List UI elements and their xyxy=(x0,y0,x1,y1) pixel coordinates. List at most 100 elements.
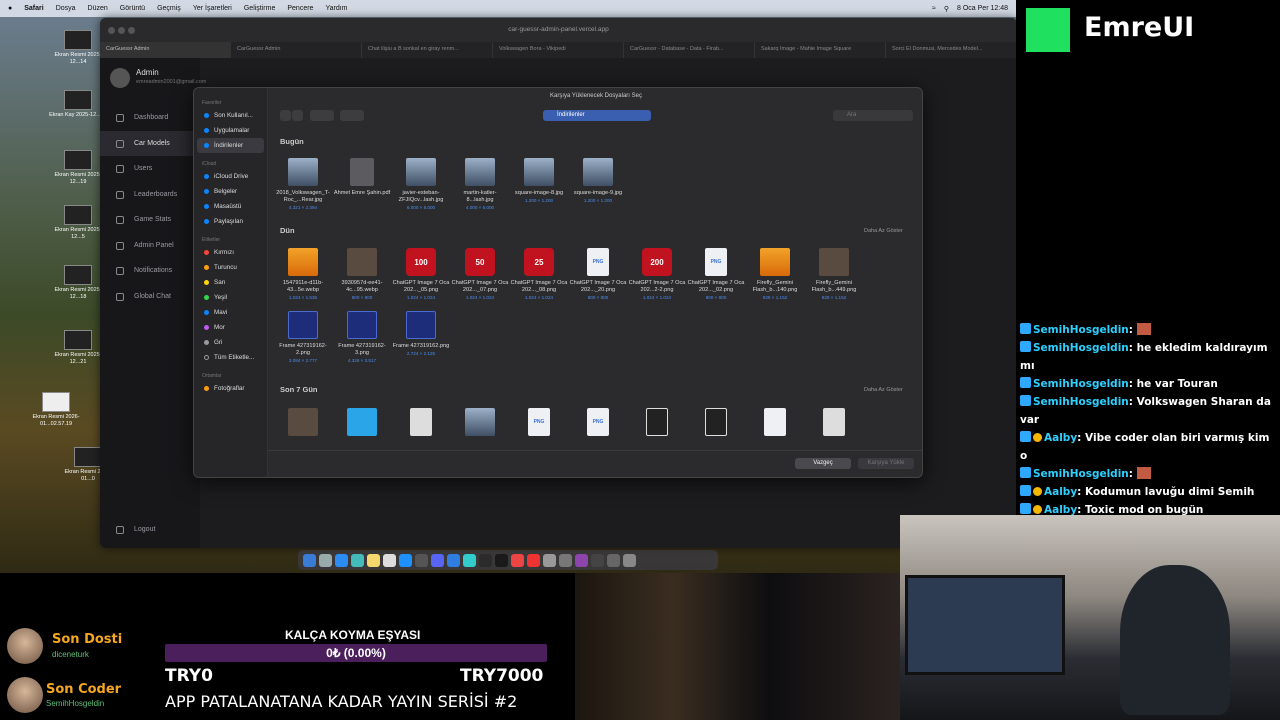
file-item[interactable]: 100 ChatGPT Image 7 Oca 202..._05.png 1.02… xyxy=(392,248,450,301)
app-icon[interactable] xyxy=(463,553,476,567)
sidebar-tag-orange[interactable]: Turuncu xyxy=(194,260,267,275)
nav-car-models[interactable]: Car Models xyxy=(100,130,200,156)
sidebar-item-photos[interactable]: Fotoğraflar xyxy=(194,381,267,396)
launchpad-icon[interactable] xyxy=(319,553,332,567)
file-item[interactable]: PNG xyxy=(569,408,627,440)
file-item[interactable] xyxy=(451,408,509,440)
logout-button[interactable]: Logout xyxy=(100,517,200,543)
calendar-icon[interactable] xyxy=(383,553,396,567)
browser-tab[interactable]: Chat ilişiu a B sonkal en giray renm... xyxy=(362,42,493,58)
wifi-icon[interactable]: ≈ xyxy=(932,5,936,12)
sidebar-item-shared[interactable]: Paylaşılan xyxy=(194,214,267,229)
file-item[interactable] xyxy=(746,408,804,440)
opera-icon[interactable] xyxy=(527,553,540,567)
menu-edit[interactable]: Düzen xyxy=(88,5,108,12)
sidebar-item-downloads[interactable]: İndirilenler xyxy=(197,138,264,153)
file-item[interactable]: Frame 427319162-2.png 3.094 × 2.777 xyxy=(274,311,332,364)
file-item[interactable]: Ahmet Emre Şahin.pdf xyxy=(333,158,391,211)
discord-icon[interactable] xyxy=(431,553,444,567)
group-view-button[interactable] xyxy=(340,110,364,121)
sidebar-item-recents[interactable]: Son Kullanıl... xyxy=(194,108,267,123)
sidebar-item-documents[interactable]: Belgeler xyxy=(194,184,267,199)
sidebar-item-applications[interactable]: Uygulamalar xyxy=(194,123,267,138)
trash-icon[interactable] xyxy=(623,553,636,567)
nav-users[interactable]: Users xyxy=(100,156,200,182)
mail-icon[interactable] xyxy=(351,553,364,567)
desktop-file[interactable]: Ekran Resmi 2025-12...21 xyxy=(48,330,108,366)
desktop-file[interactable]: Ekran Resmi 2025-12...18 xyxy=(48,265,108,301)
browser-tab[interactable]: Sorci El Donmusi, Mercedes Model... xyxy=(886,42,1016,58)
app-icon[interactable] xyxy=(591,553,604,567)
menu-file[interactable]: Dosya xyxy=(56,5,76,12)
nav-global-chat[interactable]: Global Chat xyxy=(100,284,200,310)
desktop-file[interactable]: Ekran Resmi 2025-12...19 xyxy=(48,150,108,186)
app-icon[interactable] xyxy=(543,553,556,567)
file-item[interactable]: PNG ChatGPT Image 7 Oca 202..._02.png 800 … xyxy=(687,248,745,301)
settings-icon[interactable] xyxy=(415,553,428,567)
sidebar-tag-gray[interactable]: Gri xyxy=(194,335,267,350)
file-item[interactable]: 1547911e-d11b-43...5e.webp 1.024 × 1.536 xyxy=(274,248,332,301)
back-button[interactable] xyxy=(280,110,291,121)
menu-app-name[interactable]: Safari xyxy=(24,5,43,12)
menu-view[interactable]: Görüntü xyxy=(120,5,145,12)
safari-icon[interactable] xyxy=(335,553,348,567)
file-item[interactable]: Frame 427319162-3.png 4.326 × 3.517 xyxy=(333,311,391,364)
file-item[interactable]: 200 ChatGPT Image 7 Oca 202...2-2.png 1.02… xyxy=(628,248,686,301)
downloads-stack-icon[interactable] xyxy=(607,553,620,567)
sidebar-tag-red[interactable]: Kırmızı xyxy=(194,245,267,260)
file-item[interactable] xyxy=(687,408,745,440)
nav-notifications[interactable]: Notifications xyxy=(100,258,200,284)
browser-tab[interactable]: CarGuessr Admin xyxy=(100,42,231,58)
file-item[interactable]: Firefly_Gemini Flash_b...140.png 928 × 1.… xyxy=(746,248,804,301)
menu-history[interactable]: Geçmiş xyxy=(157,5,181,12)
browser-tab[interactable]: CarGuessr Admin xyxy=(231,42,362,58)
sidebar-item-desktop[interactable]: Masaüstü xyxy=(194,199,267,214)
terminal-icon[interactable] xyxy=(479,553,492,567)
chrome-icon[interactable] xyxy=(511,553,524,567)
file-item[interactable] xyxy=(274,408,332,440)
show-less-link[interactable]: Daha Az Göster xyxy=(864,228,903,234)
file-item[interactable]: square-image-9.jpg 1.200 × 1.200 xyxy=(569,158,627,211)
file-item[interactable]: 3930957d-ee41-4c...95.webp 800 × 800 xyxy=(333,248,391,301)
browser-tab[interactable]: CarGuessr - Database - Data - Firab... xyxy=(624,42,755,58)
file-item[interactable]: Firefly_Gemini Flash_b...449.png 928 × 1.… xyxy=(805,248,863,301)
file-item[interactable]: Frame 427319162.png 2.724 × 2.125 xyxy=(392,311,450,364)
file-item[interactable]: 25 ChatGPT Image 7 Oca 202..._08.png 1.024… xyxy=(510,248,568,301)
address-bar[interactable]: car-guessr-admin-panel.vercel.app xyxy=(508,26,608,33)
app-icon[interactable] xyxy=(559,553,572,567)
sidebar-tag-green[interactable]: Yeşil xyxy=(194,290,267,305)
file-item[interactable] xyxy=(628,408,686,440)
file-item[interactable]: 2018_Volkswagen_T-Roc_...Rear.jpg 4.321 ×… xyxy=(274,158,332,211)
menu-develop[interactable]: Geliştirme xyxy=(244,5,276,12)
desktop-file[interactable]: Ekran Resmi 2025-12...5 xyxy=(48,205,108,241)
file-item[interactable]: PNG ChatGPT Image 7 Oca 202..._20.png 800 … xyxy=(569,248,627,301)
sidebar-tag-purple[interactable]: Mor xyxy=(194,320,267,335)
icon-view-button[interactable] xyxy=(310,110,334,121)
app-store-icon[interactable] xyxy=(399,553,412,567)
desktop-file[interactable]: Ekran Resmi 2026-01...02.57.19 xyxy=(26,392,86,428)
minimize-window-icon[interactable] xyxy=(118,27,125,34)
file-item[interactable]: martin-katler-8...lash.jpg 4.000 × 6.000 xyxy=(451,158,509,211)
menu-bookmarks[interactable]: Yer İşaretleri xyxy=(193,5,232,12)
nav-game-stats[interactable]: Game Stats xyxy=(100,207,200,233)
desktop-file[interactable]: Ekran Resmi 2025-12...14 xyxy=(48,30,108,66)
file-item[interactable] xyxy=(333,408,391,440)
cancel-button[interactable]: Vazgeç xyxy=(795,458,851,469)
nav-leaderboards[interactable]: Leaderboards xyxy=(100,182,200,208)
menu-clock[interactable]: 8 Oca Per 12:48 xyxy=(957,5,1008,12)
upload-button[interactable]: Karşıya Yükle xyxy=(858,458,914,469)
sidebar-tag-yellow[interactable]: Sarı xyxy=(194,275,267,290)
cursor-icon[interactable] xyxy=(495,553,508,567)
sidebar-all-tags[interactable]: Tüm Etiketle... xyxy=(194,350,267,365)
location-select[interactable]: İndirilenler xyxy=(543,110,651,121)
search-input[interactable]: Ara xyxy=(833,110,913,121)
browser-tab[interactable]: Sakarq Image - Mahie Image Square xyxy=(755,42,886,58)
file-item[interactable]: 50 ChatGPT Image 7 Oca 202..._07.png 1.024… xyxy=(451,248,509,301)
desktop-file[interactable]: Ekran Kay 2025-12...17 xyxy=(48,90,108,119)
sidebar-tag-blue[interactable]: Mavi xyxy=(194,305,267,320)
menu-window[interactable]: Pencere xyxy=(287,5,313,12)
file-item[interactable] xyxy=(805,408,863,440)
file-item[interactable]: PNG xyxy=(510,408,568,440)
obs-icon[interactable] xyxy=(575,553,588,567)
apple-icon[interactable]: ● xyxy=(8,5,12,12)
